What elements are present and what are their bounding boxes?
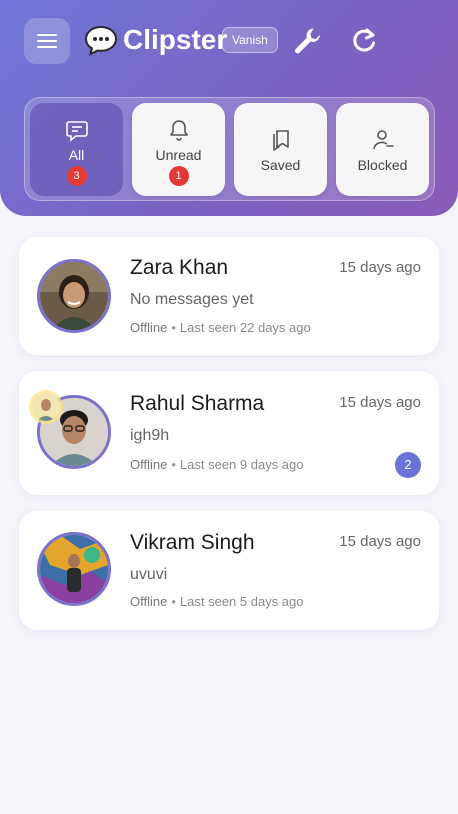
hamburger-menu-icon [37, 34, 57, 48]
last-seen: Last seen 9 days ago [179, 457, 304, 472]
filter-tabs: All 3 Unread 1 Saved Blocked [24, 97, 435, 201]
tab-unread-label: Unread [155, 147, 202, 163]
tab-saved-label: Saved [260, 157, 301, 173]
bookmarks-icon [272, 130, 289, 151]
presence-status: Offline • Last seen 9 days ago [130, 457, 304, 472]
online-status: Offline [130, 457, 168, 472]
app-title: Clipster [123, 24, 228, 55]
contact-name: Rahul Sharma [130, 392, 265, 415]
tab-unread[interactable]: Unread 1 [132, 103, 225, 196]
vanish-mode-badge[interactable]: Vanish [222, 27, 278, 53]
tab-all-count-badge: 3 [66, 166, 87, 186]
chat-list-item[interactable]: Vikram Singh 15 days ago uvuvi Offline • L… [19, 511, 439, 630]
refresh-icon[interactable] [350, 27, 378, 55]
menu-button[interactable] [24, 18, 70, 64]
last-message: igh9h [130, 427, 170, 444]
chat-list-item[interactable]: Zara Khan 15 days ago No messages yet Of… [19, 237, 439, 355]
story-ring-avatar[interactable] [32, 393, 60, 421]
avatar [37, 259, 111, 333]
bell-icon [169, 120, 188, 141]
avatar [37, 532, 111, 606]
speech-bubble-icon [84, 25, 118, 56]
online-status: Offline [130, 320, 168, 335]
presence-status: Offline • Last seen 5 days ago [130, 594, 304, 609]
last-seen: Last seen 5 days ago [179, 594, 304, 609]
chat-list-item[interactable]: Rahul Sharma 15 days ago igh9h Offline • L… [19, 371, 439, 495]
contact-name: Vikram Singh [130, 531, 255, 554]
chat-timestamp: 15 days ago [339, 259, 421, 276]
last-message: uvuvi [130, 566, 168, 583]
tab-unread-count-badge: 1 [168, 166, 189, 186]
last-seen: Last seen 22 days ago [179, 320, 311, 335]
online-status: Offline [130, 594, 168, 609]
app-header: Clipster Vanish All 3 Unread 1 Saved Blo… [0, 0, 458, 216]
chat-icon [65, 121, 88, 142]
chat-timestamp: 15 days ago [339, 533, 421, 550]
tab-blocked[interactable]: Blocked [336, 103, 429, 196]
tab-blocked-label: Blocked [357, 157, 408, 173]
unread-count-badge: 2 [395, 452, 421, 478]
tab-saved[interactable]: Saved [234, 103, 327, 196]
wrench-icon[interactable] [292, 25, 324, 57]
user-blocked-icon [372, 130, 394, 150]
presence-status: Offline • Last seen 22 days ago [130, 320, 311, 335]
contact-name: Zara Khan [130, 256, 229, 279]
last-message: No messages yet [130, 291, 254, 308]
tab-all[interactable]: All 3 [30, 103, 123, 196]
chat-timestamp: 15 days ago [339, 394, 421, 411]
tab-all-label: All [68, 147, 85, 163]
